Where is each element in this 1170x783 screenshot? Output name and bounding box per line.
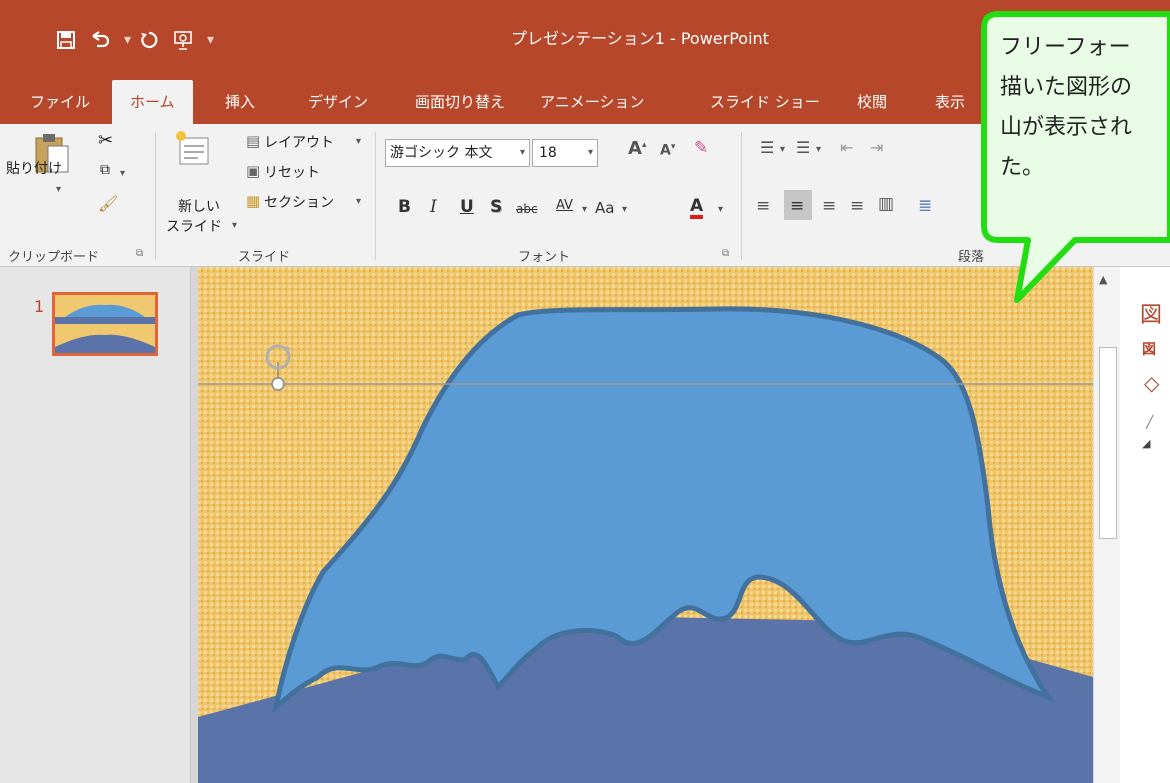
grow-font-icon[interactable]: A▴ <box>628 138 646 159</box>
tab-home[interactable]: ホーム <box>112 80 193 124</box>
bullets-dropdown-icon[interactable]: ▾ <box>780 144 785 155</box>
present-icon[interactable] <box>169 26 197 54</box>
bullets-icon[interactable]: ☰ <box>760 138 774 157</box>
slide-thumbnail[interactable] <box>52 292 158 356</box>
change-case-button[interactable]: Aa <box>595 199 614 217</box>
font-color-dropdown-icon[interactable]: ▾ <box>718 204 723 215</box>
align-left-icon[interactable]: ≡ <box>756 196 770 216</box>
chevron-down-icon: ▾ <box>587 147 593 158</box>
section-icon[interactable]: ▦ <box>246 192 260 210</box>
clipboard-launcher-icon[interactable]: ⧉ <box>136 248 143 259</box>
tab-design[interactable]: デザイン <box>308 80 368 124</box>
slides-group-label: スライド <box>238 250 291 265</box>
numbering-icon[interactable]: ☰ <box>796 138 810 157</box>
justify-icon[interactable]: ≡ <box>850 196 864 216</box>
increase-indent-icon[interactable]: ⇥ <box>870 138 883 157</box>
save-icon[interactable] <box>52 26 80 54</box>
new-slide-icon[interactable] <box>172 128 212 172</box>
align-right-icon[interactable]: ≡ <box>822 196 836 216</box>
pane-subtitle: 図 <box>1142 342 1156 358</box>
font-group-label: フォント <box>518 250 571 265</box>
font-name-value: 游ゴシック 本文 <box>390 145 493 161</box>
reset-label[interactable]: リセット <box>264 162 320 182</box>
clear-formatting-icon[interactable]: ✎ <box>694 138 708 158</box>
window-title: プレゼンテーション1 - PowerPoint <box>511 29 769 48</box>
columns-icon[interactable]: ≣ <box>918 196 932 216</box>
italic-button[interactable]: I <box>430 197 437 217</box>
ribbon: 貼り付け ▾ ✂ ⧉ ▾ 🖌 クリップボード ⧉ 新しい スライド ▾ ▤ レイ… <box>0 124 1170 267</box>
new-slide-dropdown-icon[interactable]: ▾ <box>232 220 237 231</box>
clipboard-group-label: クリップボード <box>8 250 100 265</box>
cut-icon[interactable]: ✂ <box>98 130 113 151</box>
group-separator <box>741 132 742 260</box>
format-shape-pane: 図 図 ◇ ╱ ◢ <box>1120 267 1170 783</box>
undo-dropdown-icon[interactable]: ▾ <box>124 32 131 48</box>
decrease-indent-icon[interactable]: ⇤ <box>840 138 853 157</box>
quick-access-toolbar: ▾ ▾ <box>52 22 218 58</box>
underline-button[interactable]: U <box>460 197 474 217</box>
pane-title: 図 <box>1140 303 1163 328</box>
callout-text: フリーフォー 描いた図形の 山が表示され た。 <box>1000 28 1170 188</box>
format-painter-icon[interactable]: 🖌 <box>98 194 118 213</box>
change-case-dropdown-icon[interactable]: ▾ <box>622 204 627 215</box>
tab-transitions[interactable]: 画面切り替え <box>415 80 505 124</box>
callout-line: た。 <box>1000 155 1045 180</box>
section-label[interactable]: セクション <box>264 192 334 212</box>
font-launcher-icon[interactable]: ⧉ <box>722 248 729 259</box>
group-separator <box>375 132 376 260</box>
section-dropdown-icon[interactable]: ▾ <box>356 196 361 207</box>
tab-animations[interactable]: アニメーション <box>540 80 644 124</box>
title-bar: ▾ ▾ プレゼンテーション1 - PowerPoint <box>0 0 1170 80</box>
callout-line: フリーフォー <box>1000 35 1131 60</box>
group-separator <box>155 132 156 260</box>
copy-dropdown-icon[interactable]: ▾ <box>120 168 125 179</box>
layout-icon[interactable]: ▤ <box>246 132 260 150</box>
fill-icon[interactable]: ◇ <box>1144 371 1159 395</box>
new-slide-label-line1[interactable]: 新しい <box>178 196 220 216</box>
numbering-dropdown-icon[interactable]: ▾ <box>816 144 821 155</box>
scroll-up-icon[interactable]: ▲ <box>1099 273 1107 286</box>
undo-icon[interactable] <box>86 26 114 54</box>
distributed-icon[interactable]: ▥ <box>878 194 894 214</box>
tab-view[interactable]: 表示 <box>935 80 965 124</box>
paragraph-group-label: 段落 <box>958 250 985 265</box>
shrink-font-icon[interactable]: A▾ <box>660 142 675 159</box>
redo-icon[interactable] <box>135 26 163 54</box>
paste-dropdown-icon[interactable]: ▾ <box>56 184 61 195</box>
bold-button[interactable]: B <box>398 197 411 217</box>
customize-qat-icon[interactable]: ▾ <box>207 32 214 48</box>
chevron-down-icon: ▾ <box>519 147 525 158</box>
copy-icon[interactable]: ⧉ <box>100 162 110 178</box>
tab-review[interactable]: 校閲 <box>857 80 887 124</box>
spacing-dropdown-icon[interactable]: ▾ <box>582 204 587 215</box>
font-size-select[interactable]: 18 ▾ <box>532 139 598 167</box>
scrollbar-thumb[interactable] <box>1099 347 1117 539</box>
font-color-button[interactable]: A <box>690 197 704 219</box>
callout-line: 描いた図形の <box>1000 75 1133 100</box>
layout-label[interactable]: レイアウト <box>264 132 334 152</box>
vertical-scrollbar[interactable]: ▲ <box>1093 267 1121 783</box>
shadow-button[interactable]: S <box>490 197 502 217</box>
slide-canvas[interactable] <box>198 267 1093 783</box>
divider-line: ╱ <box>1146 415 1154 429</box>
align-center-icon[interactable]: ≡ <box>790 196 804 216</box>
tab-insert[interactable]: 挿入 <box>225 80 255 124</box>
strikethrough-button[interactable]: abc <box>516 202 538 216</box>
tab-file[interactable]: ファイル <box>30 80 90 124</box>
font-name-select[interactable]: 游ゴシック 本文 ▾ <box>385 139 530 167</box>
font-size-value: 18 <box>539 145 557 161</box>
expand-triangle-icon[interactable]: ◢ <box>1142 437 1150 450</box>
new-slide-label-line2[interactable]: スライド <box>166 216 222 236</box>
character-spacing-button[interactable]: AV <box>556 198 573 213</box>
slide-number: 1 <box>34 297 45 316</box>
reset-icon[interactable]: ▣ <box>246 162 260 180</box>
layout-dropdown-icon[interactable]: ▾ <box>356 136 361 147</box>
slide-thumbnails-pane: 1 <box>0 267 191 783</box>
resize-handle[interactable] <box>271 377 285 391</box>
ribbon-tabs: ファイル ホーム 挿入 デザイン 画面切り替え アニメーション スライド ショー… <box>0 80 1170 124</box>
paste-label[interactable]: 貼り付け <box>6 158 62 178</box>
tab-slideshow[interactable]: スライド ショー <box>710 80 820 124</box>
callout-line: 山が表示され <box>1000 115 1133 140</box>
